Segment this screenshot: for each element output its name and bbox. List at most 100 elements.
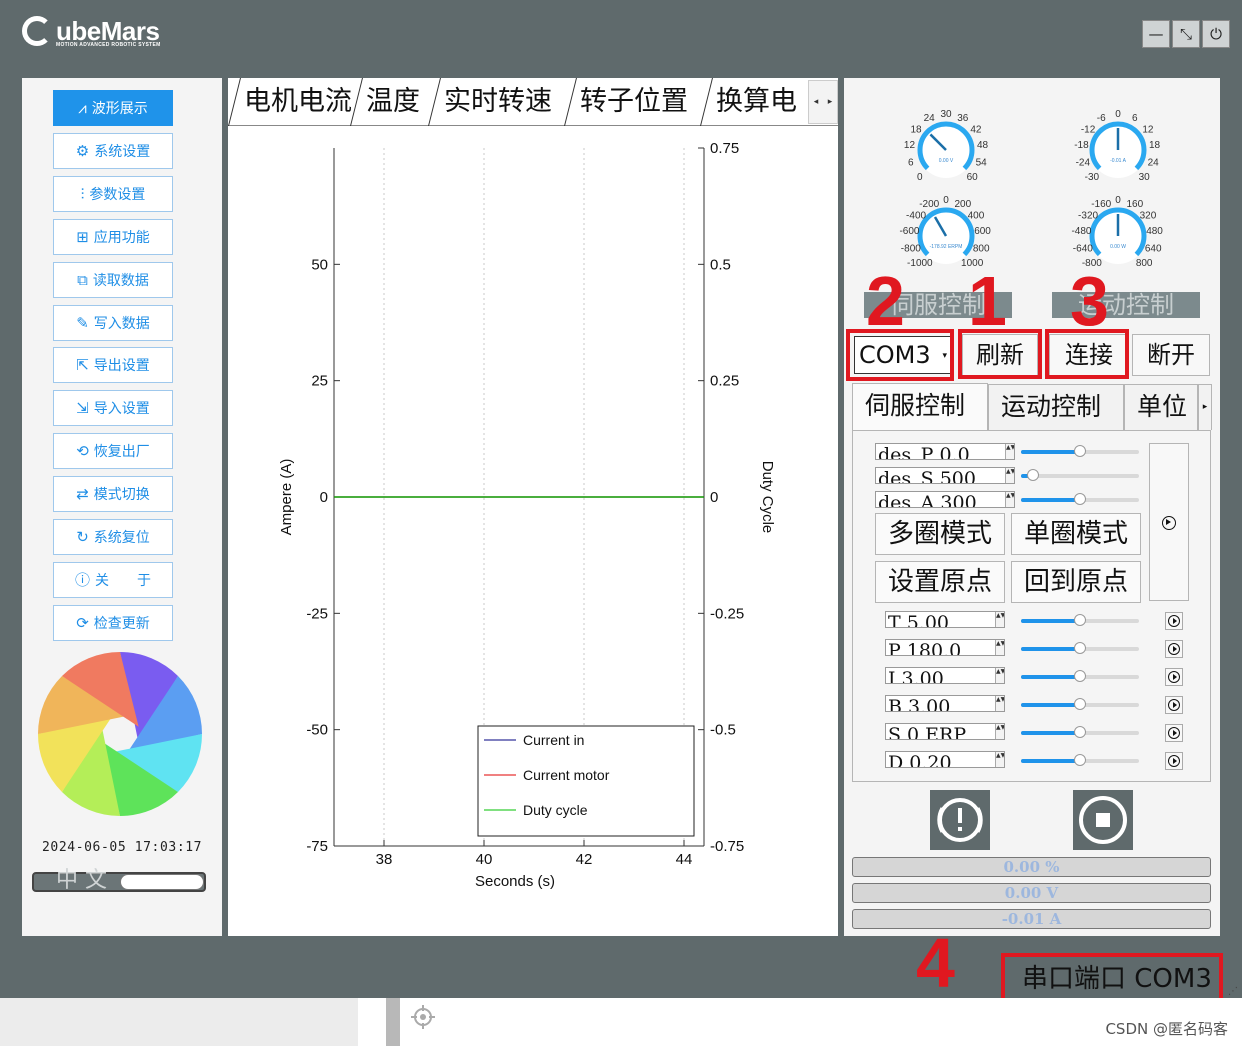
send-des-button[interactable] (1149, 443, 1189, 601)
slider-knob[interactable] (1074, 670, 1086, 682)
param-slider-1[interactable] (1021, 614, 1139, 626)
des-field-2[interactable]: des_S 500 ▲▼ (875, 467, 1015, 484)
param-slider-4[interactable] (1021, 698, 1139, 710)
spin-arrows-icon[interactable]: ▲▼ (995, 668, 1004, 683)
sidebar-item-label: 应用功能 (93, 229, 150, 246)
play-icon (1168, 727, 1180, 739)
slider-knob[interactable] (1074, 698, 1086, 710)
param-field-4[interactable]: B 3.00 ▲▼ (885, 695, 1005, 712)
sidebar-item-10[interactable]: ⇄ 模式切换 (53, 476, 173, 513)
param-send-button-6[interactable] (1165, 752, 1183, 770)
param-slider-6[interactable] (1021, 754, 1139, 766)
slider-knob[interactable] (1074, 493, 1086, 505)
param-field-1[interactable]: T 5.00 ▲▼ (885, 611, 1005, 628)
tab-4[interactable]: 转子位置 (564, 78, 702, 126)
language-toggle[interactable]: 中 文 (32, 869, 206, 893)
logo-subtitle: MOTION ADVANCED ROBOTIC SYSTEM (56, 42, 161, 48)
x-tick-label: 38 (376, 851, 393, 868)
spin-arrows-icon[interactable]: ▲▼ (1005, 468, 1014, 483)
return-origin-button[interactable]: 回到原点 (1011, 561, 1141, 603)
slider-knob[interactable] (1074, 726, 1086, 738)
gauge-tick-label: 60 (967, 172, 979, 183)
tab-2[interactable]: 温度 (350, 78, 434, 126)
sidebar-item-4[interactable]: ⊞ 应用功能 (53, 218, 173, 255)
spin-arrows-icon[interactable]: ▲▼ (995, 724, 1004, 739)
sidebar-item-13[interactable]: ⟳ 检查更新 (53, 604, 173, 641)
disconnect-button[interactable]: 断开 (1132, 334, 1210, 376)
spin-arrows-icon[interactable]: ▲▼ (995, 696, 1004, 711)
y2-tick-label: 0 (710, 489, 718, 506)
sidebar-item-3[interactable]: ⫶ 参数设置 (53, 175, 173, 212)
des-slider-1[interactable] (1021, 445, 1139, 457)
gauge-tick-label: 400 (968, 210, 985, 221)
resize-grip-icon[interactable]: ⋰ (1228, 986, 1238, 997)
spin-arrows-icon[interactable]: ▲▼ (995, 612, 1004, 627)
sidebar-item-2[interactable]: ⚙ 系统设置 (53, 132, 173, 169)
single-turn-button[interactable]: 单圈模式 (1011, 513, 1141, 555)
slider-knob[interactable] (1074, 642, 1086, 654)
subtab-servo[interactable]: 伺服控制 (852, 383, 988, 431)
bottom-scroll-handle[interactable] (386, 998, 400, 1046)
stop-button[interactable] (1073, 790, 1133, 850)
sidebar-item-12[interactable]: ⓘ 关 于 (53, 561, 173, 598)
spin-arrows-icon[interactable]: ▲▼ (1005, 492, 1014, 507)
logo-text: ubeMars (56, 16, 160, 46)
param-field-6[interactable]: D 0.20 ▲▼ (885, 751, 1005, 768)
slider-knob[interactable] (1074, 445, 1086, 457)
set-origin-button[interactable]: 设置原点 (875, 561, 1005, 603)
gear-icon: ⚙ (75, 141, 90, 160)
param-send-button-5[interactable] (1165, 724, 1183, 742)
crosshair-icon[interactable] (410, 1004, 436, 1030)
sidebar-item-6[interactable]: ✎ 写入数据 (53, 304, 173, 341)
sidebar-item-1[interactable]: ⩘ 波形展示 (53, 90, 173, 126)
power-button[interactable]: ⏻ (1202, 20, 1230, 48)
param-send-button-1[interactable] (1165, 612, 1183, 630)
spin-arrows-icon[interactable]: ▲▼ (995, 752, 1004, 767)
subtab-scroll[interactable]: ▸ (1198, 384, 1212, 430)
param-slider-5[interactable] (1021, 726, 1139, 738)
des-field-1[interactable]: des_P 0.0 ▲▼ (875, 443, 1015, 460)
slider-knob[interactable] (1074, 614, 1086, 626)
des-slider-2[interactable] (1021, 469, 1139, 481)
tab-edge (564, 78, 577, 126)
gauge-tick-label: 800 (973, 243, 990, 254)
info-icon: ⓘ (74, 570, 90, 589)
spin-arrows-icon[interactable]: ▲▼ (1005, 444, 1014, 459)
tab-3[interactable]: 实时转速 (428, 78, 566, 126)
multi-turn-button[interactable]: 多圈模式 (875, 513, 1005, 555)
sidebar-item-7[interactable]: ⇱ 导出设置 (53, 347, 173, 384)
param-send-button-4[interactable] (1165, 696, 1183, 714)
sidebar-item-11[interactable]: ↻ 系统复位 (53, 519, 173, 555)
chart-panel: 电机电流 温度 实时转速 转子位置 换算电 ◂ ▸ 38 40 42 44 50 25 0 -25 -5… (228, 78, 838, 936)
des-field-3[interactable]: des_A 300 ▲▼ (875, 491, 1015, 508)
tab-scroll-right-icon[interactable]: ▸ (823, 81, 837, 123)
minimize-button[interactable]: — (1142, 20, 1170, 48)
param-send-button-2[interactable] (1165, 640, 1183, 658)
sidebar-item-label: 检查更新 (93, 615, 150, 632)
sidebar-item-5[interactable]: ⧉ 读取数据 (53, 261, 173, 298)
language-toggle-knob[interactable] (120, 874, 204, 890)
chart-legend: Current in Current motor Duty cycle (477, 725, 695, 837)
param-send-button-3[interactable] (1165, 668, 1183, 686)
sidebar-item-8[interactable]: ⇲ 导入设置 (53, 390, 173, 427)
maximize-button[interactable]: ⤡ (1172, 20, 1200, 48)
tab-scroll-left-icon[interactable]: ◂ (809, 81, 823, 123)
des-slider-3[interactable] (1021, 493, 1139, 505)
tab-1[interactable]: 电机电流 (228, 78, 366, 126)
alarm-button[interactable] (930, 790, 990, 850)
subtab-motion[interactable]: 运动控制 (988, 384, 1124, 430)
sidebar-item-label: 参数设置 (89, 186, 146, 203)
gauge-tick-label: 0 (917, 172, 923, 183)
bottom-gray-area (0, 998, 358, 1046)
sidebar-item-9[interactable]: ⟲ 恢复出厂 (53, 433, 173, 470)
param-field-2[interactable]: P 180.0 ▲▼ (885, 639, 1005, 656)
slider-knob[interactable] (1074, 754, 1086, 766)
param-slider-3[interactable] (1021, 670, 1139, 682)
param-field-5[interactable]: S 0 ERP ▲▼ (885, 723, 1005, 740)
spin-arrows-icon[interactable]: ▲▼ (995, 640, 1004, 655)
param-slider-2[interactable] (1021, 642, 1139, 654)
subtab-unit[interactable]: 单位 (1124, 384, 1198, 430)
param-field-3[interactable]: I 3.00 ▲▼ (885, 667, 1005, 684)
slider-knob[interactable] (1026, 469, 1039, 481)
tab-5[interactable]: 换算电 (700, 78, 811, 126)
